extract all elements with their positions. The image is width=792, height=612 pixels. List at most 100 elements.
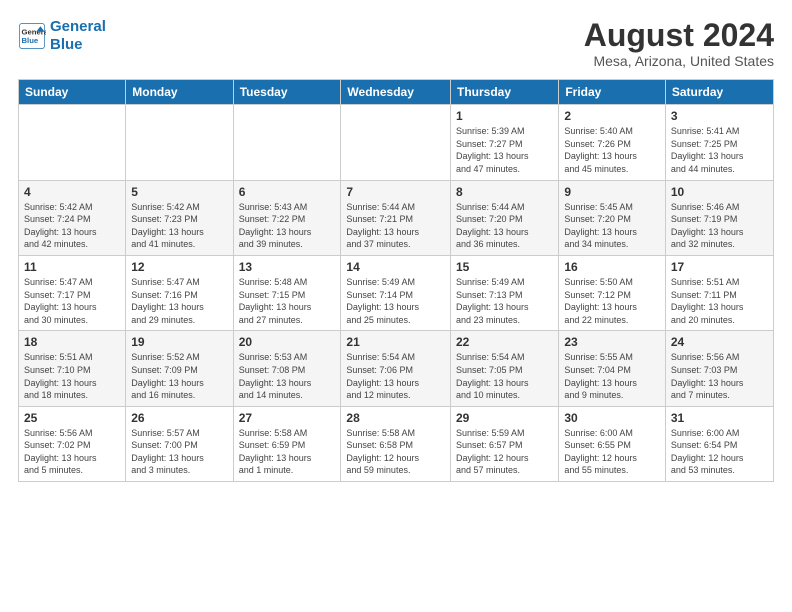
calendar-cell: 12 Sunrise: 5:47 AM Sunset: 7:16 PM Dayli…	[126, 255, 233, 330]
day-number: 24	[671, 335, 768, 349]
day-info: Sunrise: 5:56 AM Sunset: 7:03 PM Dayligh…	[671, 351, 768, 401]
day-info: Sunrise: 5:54 AM Sunset: 7:06 PM Dayligh…	[346, 351, 445, 401]
calendar-cell: 7Sunrise: 5:44 AM Sunset: 7:21 PM Daylig…	[341, 180, 451, 255]
calendar-cell: 3Sunrise: 5:41 AM Sunset: 7:25 PM Daylig…	[665, 105, 773, 180]
calendar-cell: 13 Sunrise: 5:48 AM Sunset: 7:15 PM Dayli…	[233, 255, 341, 330]
day-number: 12	[131, 260, 227, 274]
day-number: 25	[24, 411, 120, 425]
calendar-cell	[341, 105, 451, 180]
day-info: Sunrise: 5:42 AM Sunset: 7:23 PM Dayligh…	[131, 201, 227, 251]
calendar-cell: 6 Sunrise: 5:43 AM Sunset: 7:22 PM Daylig…	[233, 180, 341, 255]
logo-line1: General	[50, 18, 106, 35]
day-info: Sunrise: 5:50 AM Sunset: 7:12 PM Dayligh…	[564, 276, 660, 326]
calendar-cell: 16 Sunrise: 5:50 AM Sunset: 7:12 PM Dayli…	[559, 255, 666, 330]
calendar-cell	[126, 105, 233, 180]
calendar-cell: 25Sunrise: 5:56 AM Sunset: 7:02 PM Dayli…	[19, 406, 126, 481]
day-number: 5	[131, 185, 227, 199]
calendar-cell: 31 Sunrise: 6:00 AM Sunset: 6:54 PM Dayli…	[665, 406, 773, 481]
day-info: Sunrise: 5:49 AM Sunset: 7:14 PM Dayligh…	[346, 276, 445, 326]
day-number: 14	[346, 260, 445, 274]
day-number: 2	[564, 109, 660, 123]
calendar-day-header: Friday	[559, 80, 666, 105]
calendar-day-header: Monday	[126, 80, 233, 105]
calendar-cell: 8 Sunrise: 5:44 AM Sunset: 7:20 PM Daylig…	[451, 180, 559, 255]
calendar-week-row: 18 Sunrise: 5:51 AM Sunset: 7:10 PM Dayli…	[19, 331, 774, 406]
calendar-cell: 14 Sunrise: 5:49 AM Sunset: 7:14 PM Dayli…	[341, 255, 451, 330]
calendar-cell: 24 Sunrise: 5:56 AM Sunset: 7:03 PM Dayli…	[665, 331, 773, 406]
calendar-cell: 17 Sunrise: 5:51 AM Sunset: 7:11 PM Dayli…	[665, 255, 773, 330]
subtitle: Mesa, Arizona, United States	[584, 53, 774, 69]
day-number: 13	[239, 260, 336, 274]
calendar-cell: 5 Sunrise: 5:42 AM Sunset: 7:23 PM Daylig…	[126, 180, 233, 255]
day-info: Sunrise: 5:49 AM Sunset: 7:13 PM Dayligh…	[456, 276, 553, 326]
calendar-cell: 20Sunrise: 5:53 AM Sunset: 7:08 PM Dayli…	[233, 331, 341, 406]
day-number: 27	[239, 411, 336, 425]
day-info: Sunrise: 5:47 AM Sunset: 7:16 PM Dayligh…	[131, 276, 227, 326]
main-title: August 2024	[584, 18, 774, 53]
day-number: 23	[564, 335, 660, 349]
day-info: Sunrise: 5:47 AM Sunset: 7:17 PM Dayligh…	[24, 276, 120, 326]
calendar-cell: 30 Sunrise: 6:00 AM Sunset: 6:55 PM Dayli…	[559, 406, 666, 481]
calendar-week-row: 25Sunrise: 5:56 AM Sunset: 7:02 PM Dayli…	[19, 406, 774, 481]
calendar-cell: 27 Sunrise: 5:58 AM Sunset: 6:59 PM Dayli…	[233, 406, 341, 481]
day-number: 29	[456, 411, 553, 425]
calendar-header-row: SundayMondayTuesdayWednesdayThursdayFrid…	[19, 80, 774, 105]
svg-text:Blue: Blue	[22, 36, 39, 45]
day-number: 21	[346, 335, 445, 349]
calendar-day-header: Wednesday	[341, 80, 451, 105]
day-number: 20	[239, 335, 336, 349]
day-number: 30	[564, 411, 660, 425]
day-info: Sunrise: 5:55 AM Sunset: 7:04 PM Dayligh…	[564, 351, 660, 401]
calendar-cell: 1 Sunrise: 5:39 AM Sunset: 7:27 PM Daylig…	[451, 105, 559, 180]
calendar-cell: 11 Sunrise: 5:47 AM Sunset: 7:17 PM Dayli…	[19, 255, 126, 330]
calendar-week-row: 4Sunrise: 5:42 AM Sunset: 7:24 PM Daylig…	[19, 180, 774, 255]
day-number: 17	[671, 260, 768, 274]
logo-text: General Blue	[50, 18, 106, 54]
calendar-cell: 18 Sunrise: 5:51 AM Sunset: 7:10 PM Dayli…	[19, 331, 126, 406]
day-info: Sunrise: 5:51 AM Sunset: 7:11 PM Dayligh…	[671, 276, 768, 326]
day-info: Sunrise: 6:00 AM Sunset: 6:55 PM Dayligh…	[564, 427, 660, 477]
calendar-cell: 21 Sunrise: 5:54 AM Sunset: 7:06 PM Dayli…	[341, 331, 451, 406]
calendar: SundayMondayTuesdayWednesdayThursdayFrid…	[18, 79, 774, 482]
calendar-cell: 19Sunrise: 5:52 AM Sunset: 7:09 PM Dayli…	[126, 331, 233, 406]
day-number: 10	[671, 185, 768, 199]
day-info: Sunrise: 5:45 AM Sunset: 7:20 PM Dayligh…	[564, 201, 660, 251]
day-number: 11	[24, 260, 120, 274]
day-number: 18	[24, 335, 120, 349]
calendar-day-header: Sunday	[19, 80, 126, 105]
day-info: Sunrise: 5:44 AM Sunset: 7:20 PM Dayligh…	[456, 201, 553, 251]
day-info: Sunrise: 5:58 AM Sunset: 6:59 PM Dayligh…	[239, 427, 336, 477]
calendar-cell	[233, 105, 341, 180]
day-number: 8	[456, 185, 553, 199]
calendar-cell: 15 Sunrise: 5:49 AM Sunset: 7:13 PM Dayli…	[451, 255, 559, 330]
calendar-week-row: 1 Sunrise: 5:39 AM Sunset: 7:27 PM Daylig…	[19, 105, 774, 180]
calendar-week-row: 11 Sunrise: 5:47 AM Sunset: 7:17 PM Dayli…	[19, 255, 774, 330]
day-info: Sunrise: 5:40 AM Sunset: 7:26 PM Dayligh…	[564, 125, 660, 175]
day-number: 4	[24, 185, 120, 199]
day-number: 22	[456, 335, 553, 349]
day-info: Sunrise: 5:51 AM Sunset: 7:10 PM Dayligh…	[24, 351, 120, 401]
calendar-day-header: Saturday	[665, 80, 773, 105]
day-number: 26	[131, 411, 227, 425]
day-info: Sunrise: 5:58 AM Sunset: 6:58 PM Dayligh…	[346, 427, 445, 477]
day-number: 6	[239, 185, 336, 199]
day-info: Sunrise: 5:52 AM Sunset: 7:09 PM Dayligh…	[131, 351, 227, 401]
calendar-cell: 9Sunrise: 5:45 AM Sunset: 7:20 PM Daylig…	[559, 180, 666, 255]
day-number: 15	[456, 260, 553, 274]
day-info: Sunrise: 5:39 AM Sunset: 7:27 PM Dayligh…	[456, 125, 553, 175]
calendar-cell: 26 Sunrise: 5:57 AM Sunset: 7:00 PM Dayli…	[126, 406, 233, 481]
calendar-cell: 28Sunrise: 5:58 AM Sunset: 6:58 PM Dayli…	[341, 406, 451, 481]
day-number: 1	[456, 109, 553, 123]
calendar-cell	[19, 105, 126, 180]
day-info: Sunrise: 5:43 AM Sunset: 7:22 PM Dayligh…	[239, 201, 336, 251]
day-info: Sunrise: 5:57 AM Sunset: 7:00 PM Dayligh…	[131, 427, 227, 477]
day-number: 7	[346, 185, 445, 199]
title-block: August 2024 Mesa, Arizona, United States	[584, 18, 774, 69]
calendar-cell: 22Sunrise: 5:54 AM Sunset: 7:05 PM Dayli…	[451, 331, 559, 406]
day-number: 31	[671, 411, 768, 425]
day-info: Sunrise: 5:48 AM Sunset: 7:15 PM Dayligh…	[239, 276, 336, 326]
day-info: Sunrise: 5:46 AM Sunset: 7:19 PM Dayligh…	[671, 201, 768, 251]
day-number: 16	[564, 260, 660, 274]
page: General Blue General Blue August 2024 Me…	[0, 0, 792, 612]
day-info: Sunrise: 6:00 AM Sunset: 6:54 PM Dayligh…	[671, 427, 768, 477]
